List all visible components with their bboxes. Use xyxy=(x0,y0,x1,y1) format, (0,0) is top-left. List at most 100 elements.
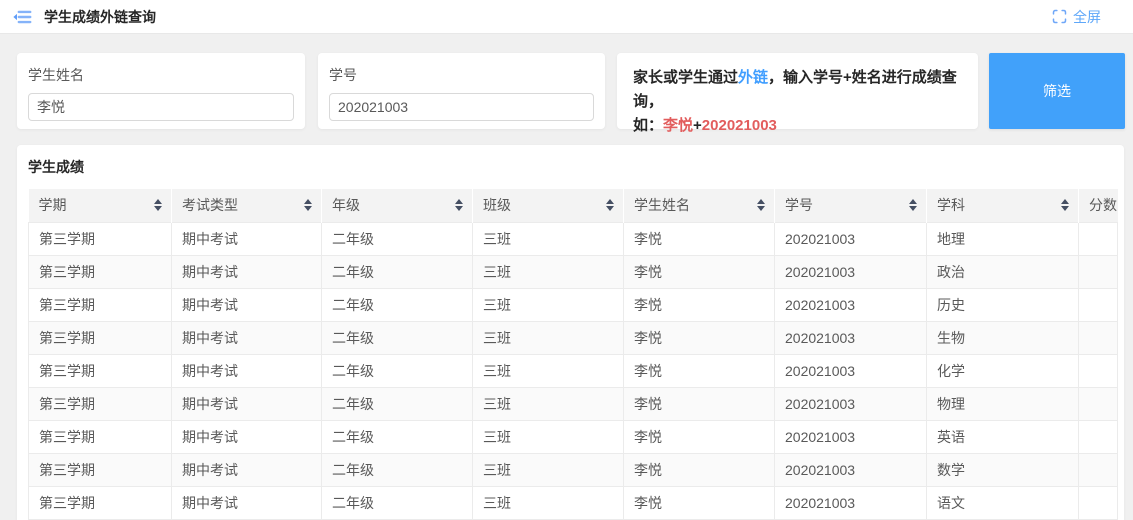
sort-icon[interactable] xyxy=(154,199,162,211)
sort-caret-down-icon xyxy=(304,206,312,211)
fullscreen-button[interactable]: 全屏 xyxy=(1052,7,1101,27)
sort-caret-up-icon xyxy=(304,199,312,204)
table-cell: 二年级 xyxy=(322,222,473,255)
fullscreen-label: 全屏 xyxy=(1073,7,1101,27)
hint-text: 202021003 xyxy=(702,117,777,134)
hint-line: 家长或学生通过外链，输入学号+姓名进行成绩查询， xyxy=(633,66,962,114)
table-cell: 李悦 xyxy=(624,387,775,420)
student-id-label: 学号 xyxy=(329,65,594,85)
col-header-6[interactable]: 学号 xyxy=(775,189,927,222)
table-cell xyxy=(1079,222,1118,255)
hint-line: 如：李悦+202021003 xyxy=(633,114,962,138)
menu-fold-icon[interactable] xyxy=(10,5,34,29)
table-cell xyxy=(1079,486,1118,519)
sort-icon[interactable] xyxy=(757,199,765,211)
sort-caret-up-icon xyxy=(757,199,765,204)
table-cell: 地理 xyxy=(927,222,1079,255)
col-header-2[interactable]: 考试类型 xyxy=(172,189,322,222)
table-cell xyxy=(1079,387,1118,420)
grades-card: 学生成绩 学期考试类型年级班级学生姓名学号学科分数 第三学期期中考试二年级三班李… xyxy=(17,145,1124,520)
table-cell xyxy=(1079,288,1118,321)
col-header-5[interactable]: 学生姓名 xyxy=(624,189,775,222)
hint-text: 如： xyxy=(633,117,663,134)
hint-link[interactable]: 外链 xyxy=(738,69,768,86)
table-cell: 李悦 xyxy=(624,354,775,387)
sort-icon[interactable] xyxy=(455,199,463,211)
student-id-input[interactable] xyxy=(329,93,594,121)
col-header-label: 学号 xyxy=(785,197,813,213)
table-cell: 语文 xyxy=(927,486,1079,519)
table-cell: 生物 xyxy=(927,321,1079,354)
table-cell: 期中考试 xyxy=(172,420,322,453)
table-cell: 202021003 xyxy=(775,354,927,387)
grades-table-body: 第三学期期中考试二年级三班李悦202021003地理第三学期期中考试二年级三班李… xyxy=(29,222,1118,519)
table-cell: 第三学期 xyxy=(29,321,172,354)
sort-caret-up-icon xyxy=(909,199,917,204)
col-header-label: 学期 xyxy=(39,197,67,213)
col-header-3[interactable]: 年级 xyxy=(322,189,473,222)
table-cell: 期中考试 xyxy=(172,453,322,486)
table-cell: 三班 xyxy=(473,453,624,486)
table-cell: 期中考试 xyxy=(172,288,322,321)
table-cell: 三班 xyxy=(473,387,624,420)
table-cell: 李悦 xyxy=(624,255,775,288)
table-cell: 202021003 xyxy=(775,255,927,288)
table-cell: 李悦 xyxy=(624,222,775,255)
sort-caret-down-icon xyxy=(455,206,463,211)
content: 学生姓名 学号 家长或学生通过外链，输入学号+姓名进行成绩查询，如：李悦+202… xyxy=(0,34,1133,520)
table-cell: 三班 xyxy=(473,486,624,519)
col-header-label: 学生姓名 xyxy=(634,197,690,213)
table-cell: 二年级 xyxy=(322,486,473,519)
sort-icon[interactable] xyxy=(909,199,917,211)
table-cell xyxy=(1079,321,1118,354)
table-cell: 第三学期 xyxy=(29,486,172,519)
table-row: 第三学期期中考试二年级三班李悦202021003语文 xyxy=(29,486,1118,519)
col-header-label: 考试类型 xyxy=(182,197,238,213)
student-name-input[interactable] xyxy=(28,93,294,121)
sort-caret-down-icon xyxy=(909,206,917,211)
filter-button[interactable]: 筛选 xyxy=(989,53,1125,129)
grades-title: 学生成绩 xyxy=(28,157,1118,177)
table-row: 第三学期期中考试二年级三班李悦202021003数学 xyxy=(29,453,1118,486)
table-cell: 第三学期 xyxy=(29,222,172,255)
sort-icon[interactable] xyxy=(606,199,614,211)
sort-caret-down-icon xyxy=(757,206,765,211)
table-cell: 李悦 xyxy=(624,486,775,519)
grades-table-head: 学期 考试类型 年级班级 学生姓名 学号 学科分数 xyxy=(29,189,1118,222)
table-row: 第三学期期中考试二年级三班李悦202021003生物 xyxy=(29,321,1118,354)
table-cell: 政治 xyxy=(927,255,1079,288)
table-cell: 二年级 xyxy=(322,420,473,453)
table-cell: 物理 xyxy=(927,387,1079,420)
topbar: 学生成绩外链查询 全屏 xyxy=(0,0,1133,34)
sort-caret-up-icon xyxy=(606,199,614,204)
col-header-4[interactable]: 班级 xyxy=(473,189,624,222)
table-cell: 三班 xyxy=(473,288,624,321)
table-cell xyxy=(1079,420,1118,453)
col-header-label: 班级 xyxy=(483,197,511,213)
table-cell: 期中考试 xyxy=(172,222,322,255)
sort-caret-up-icon xyxy=(455,199,463,204)
table-cell: 202021003 xyxy=(775,453,927,486)
table-cell: 英语 xyxy=(927,420,1079,453)
sort-caret-up-icon xyxy=(154,199,162,204)
hint-text: 李悦 xyxy=(663,117,693,134)
table-cell: 李悦 xyxy=(624,420,775,453)
col-header-7[interactable]: 学科 xyxy=(927,189,1079,222)
table-cell xyxy=(1079,453,1118,486)
table-cell: 期中考试 xyxy=(172,321,322,354)
table-cell: 202021003 xyxy=(775,486,927,519)
sort-icon[interactable] xyxy=(1061,199,1069,211)
table-cell: 三班 xyxy=(473,354,624,387)
table-cell: 202021003 xyxy=(775,222,927,255)
table-cell: 202021003 xyxy=(775,420,927,453)
menu-fold-icon-svg xyxy=(11,6,33,28)
col-header-1[interactable]: 学期 xyxy=(29,189,172,222)
table-cell: 三班 xyxy=(473,420,624,453)
hint-text: 家长或学生通过 xyxy=(633,69,738,86)
col-header-8: 分数 xyxy=(1079,189,1118,222)
sort-icon[interactable] xyxy=(304,199,312,211)
table-cell: 期中考试 xyxy=(172,387,322,420)
table-row: 第三学期期中考试二年级三班李悦202021003英语 xyxy=(29,420,1118,453)
table-cell: 第三学期 xyxy=(29,288,172,321)
table-cell: 期中考试 xyxy=(172,486,322,519)
